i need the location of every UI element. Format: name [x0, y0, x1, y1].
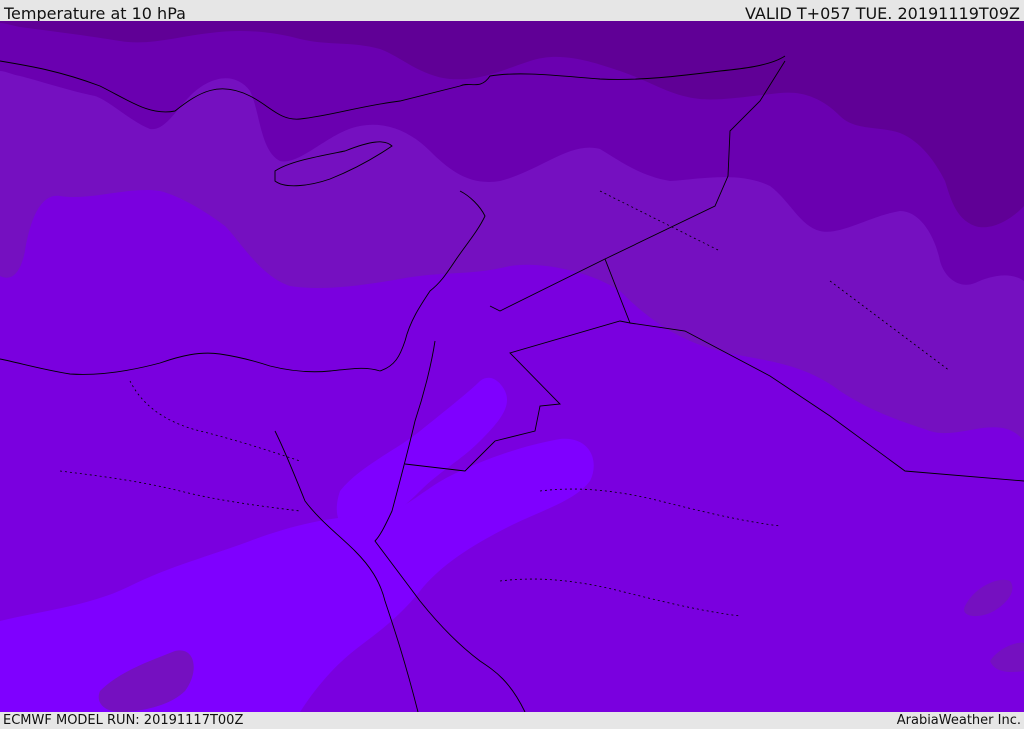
map-footer: ECMWF MODEL RUN: 20191117T00Z ArabiaWeat…: [0, 712, 1024, 729]
credit: ArabiaWeather Inc.: [896, 713, 1021, 728]
weather-map[interactable]: [0, 21, 1024, 712]
map-header: Temperature at 10 hPa VALID T+057 TUE. 2…: [0, 0, 1024, 23]
map-canvas: [0, 21, 1024, 712]
model-run: ECMWF MODEL RUN: 20191117T00Z: [3, 713, 244, 728]
